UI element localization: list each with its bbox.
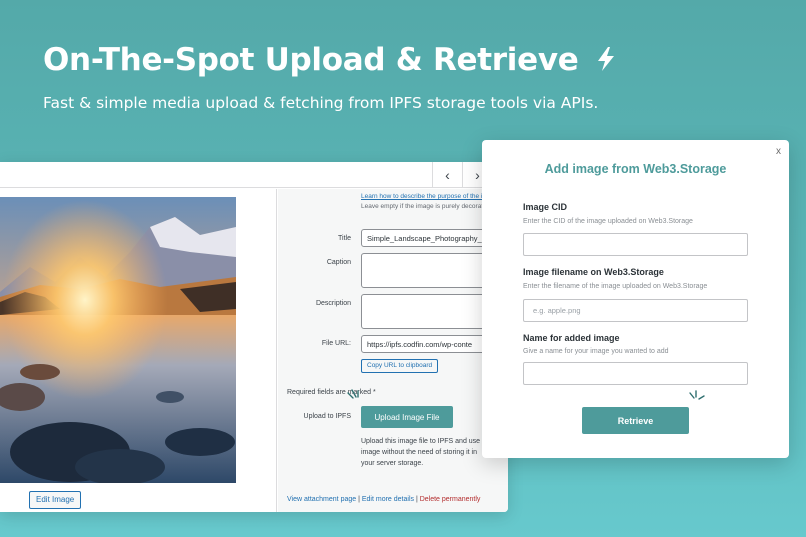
media-details-panel: ‹ › Edit Image Learn how to describe the… [0,162,508,512]
attachment-settings: Learn how to describe the purpose of the… [278,189,508,512]
image-name-label: Name for added image [523,333,620,343]
edit-image-button[interactable]: Edit Image [29,491,82,509]
hero-title-text: On-The-Spot Upload & Retrieve [43,42,579,78]
image-name-input[interactable] [523,362,748,385]
image-preview-area: Edit Image [0,189,277,512]
close-icon[interactable]: x [776,146,781,157]
view-attachment-link[interactable]: View attachment page [287,496,356,503]
edit-details-link[interactable]: Edit more details [362,496,414,503]
alt-text-help-link[interactable]: Learn how to describe the purpose of the… [361,193,499,200]
image-filename-help: Enter the filename of the image uploaded… [523,283,708,290]
description-label: Description [315,300,351,307]
attachment-footer-links: View attachment page | Edit more details… [287,496,480,503]
upload-to-ipfs-label: Upload to IPFS [303,413,351,420]
image-cid-input[interactable] [523,233,748,256]
landscape-photo [0,197,236,483]
delete-permanently-link[interactable]: Delete permanently [420,496,481,503]
required-fields-note: Required fields are marked * [287,389,376,396]
lightning-icon [589,42,617,78]
upload-image-file-button[interactable]: Upload Image File [361,406,453,428]
sparkle-icon [687,390,705,411]
copy-url-button[interactable]: Copy URL to clipboard [361,359,439,373]
chevron-right-icon: › [475,167,480,183]
hero-title: On-The-Spot Upload & Retrieve [43,42,617,78]
previous-media-button[interactable]: ‹ [432,162,462,188]
media-toolbar: ‹ › [0,162,508,188]
chevron-left-icon: ‹ [445,167,450,183]
add-image-modal: x Add image from Web3.Storage Image CID … [482,140,789,458]
file-url-label: File URL: [321,340,351,347]
hero-subtitle: Fast & simple media upload & fetching fr… [43,94,599,112]
caption-label: Caption [326,259,351,266]
upload-description: Upload this image file to IPFS and use i… [361,438,481,467]
sparkle-icon [346,389,362,408]
image-filename-input[interactable]: e.g. apple.png [523,299,748,322]
title-label: Title [338,235,351,242]
image-cid-label: Image CID [523,202,568,212]
image-filename-label: Image filename on Web3.Storage [523,267,664,277]
retrieve-button[interactable]: Retrieve [582,407,689,434]
image-cid-help: Enter the CID of the image uploaded on W… [523,218,693,225]
modal-title: Add image from Web3.Storage [544,162,727,176]
image-name-help: Give a name for your image you wanted to… [523,348,669,355]
